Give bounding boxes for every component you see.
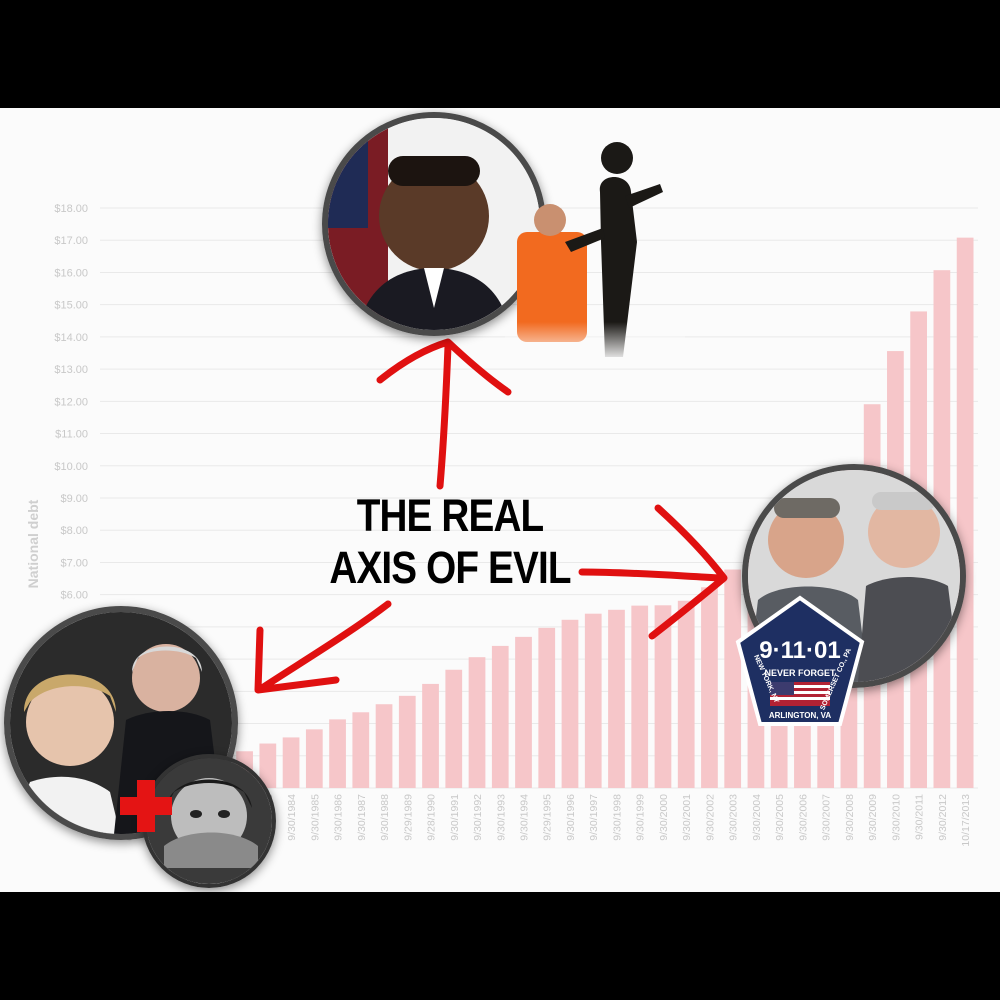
x-tick-label: 9/30/2001	[681, 794, 693, 841]
x-tick-label: 9/30/2009	[867, 794, 879, 841]
x-tick-label: 9/30/2002	[704, 794, 716, 841]
x-tick-label: 9/30/2008	[844, 794, 856, 841]
x-tick-label: 9/30/1996	[565, 794, 577, 841]
bar	[422, 683, 439, 788]
chart-panel: $0.00$1.00$2.00$3.00$4.00$5.00$6.00$7.00…	[0, 108, 1000, 892]
bar	[491, 645, 509, 788]
x-tick-label: 9/28/1990	[426, 794, 438, 841]
badge-date: 9·11·01	[759, 637, 840, 664]
y-tick-label: $10.00	[54, 461, 88, 473]
bar	[398, 695, 416, 788]
y-tick-label: $7.00	[60, 557, 88, 569]
bar	[631, 605, 649, 788]
y-tick-label: $14.00	[54, 332, 88, 344]
x-tick-label: 9/30/1999	[635, 794, 647, 841]
image-stage: $0.00$1.00$2.00$3.00$4.00$5.00$6.00$7.00…	[0, 0, 1000, 1000]
headline-line-1: THE REAL	[356, 490, 544, 541]
x-tick-label: 9/30/1997	[588, 794, 600, 841]
x-tick-label: 9/30/2011	[914, 794, 926, 840]
y-axis-label: National debt	[25, 499, 41, 588]
bar	[701, 587, 718, 788]
headline-line-2: AXIS OF EVIL	[329, 542, 571, 593]
bar	[468, 657, 486, 788]
bar	[538, 627, 556, 788]
bar	[584, 613, 602, 788]
x-tick-label: 9/29/1995	[542, 794, 554, 841]
y-tick-label: $9.00	[60, 493, 88, 505]
x-tick-label: 9/30/2005	[774, 794, 786, 841]
y-tick-label: $13.00	[54, 364, 88, 376]
x-tick-label: 9/30/1987	[356, 794, 368, 841]
x-tick-label: 9/30/2006	[797, 794, 809, 841]
x-tick-label: 10/17/2013	[960, 794, 972, 847]
y-tick-label: $16.00	[54, 267, 88, 279]
bar	[352, 712, 370, 788]
badge-bottom: ARLINGTON, VA	[769, 711, 832, 720]
badge-motto: NEVER FORGET	[764, 668, 836, 678]
x-tick-label: 9/30/1993	[495, 794, 507, 841]
x-tick-label: 9/30/1994	[519, 794, 531, 841]
x-tick-label: 9/30/1992	[472, 794, 484, 841]
y-tick-label: $18.00	[54, 203, 88, 215]
x-tick-label: 9/30/1988	[379, 794, 391, 841]
y-tick-label: $8.00	[60, 525, 88, 537]
bar	[515, 636, 532, 788]
x-tick-label: 9/30/1986	[333, 794, 345, 841]
bar	[677, 600, 695, 788]
bar	[305, 729, 323, 788]
figures-illustration	[505, 142, 685, 362]
bar	[654, 605, 672, 788]
y-tick-label: $17.00	[54, 235, 88, 247]
bar	[282, 737, 300, 788]
bar	[329, 719, 346, 788]
bar	[956, 237, 974, 789]
x-tick-label: 9/30/1998	[611, 794, 623, 841]
y-tick-label: $11.00	[55, 429, 88, 441]
x-tick-label: 9/30/2004	[751, 794, 763, 841]
y-tick-label: $6.00	[60, 590, 88, 602]
red-cross-icon	[120, 780, 172, 832]
y-tick-label: $12.00	[54, 396, 88, 408]
x-tick-label: 9/30/2003	[728, 794, 740, 841]
bar	[375, 704, 393, 788]
x-tick-label: 9/30/2010	[890, 794, 902, 841]
x-tick-label: 9/30/1984	[286, 794, 298, 841]
x-tick-label: 9/30/1985	[309, 794, 321, 841]
bar	[608, 609, 625, 788]
x-tick-label: 9/30/2007	[821, 794, 833, 841]
memorial-badge: 9·11·01 NEVER FORGET NEW YORK, NY SOMERS…	[735, 595, 865, 726]
x-tick-label: 9/29/1989	[402, 794, 414, 841]
x-tick-label: 9/30/1991	[449, 794, 461, 841]
x-tick-label: 9/30/2000	[658, 794, 670, 841]
bar	[445, 669, 463, 788]
x-tick-label: 9/30/2012	[937, 794, 949, 841]
bar	[561, 619, 579, 788]
headline: THE REAL AXIS OF EVIL	[278, 490, 622, 594]
y-tick-label: $15.00	[54, 300, 88, 312]
